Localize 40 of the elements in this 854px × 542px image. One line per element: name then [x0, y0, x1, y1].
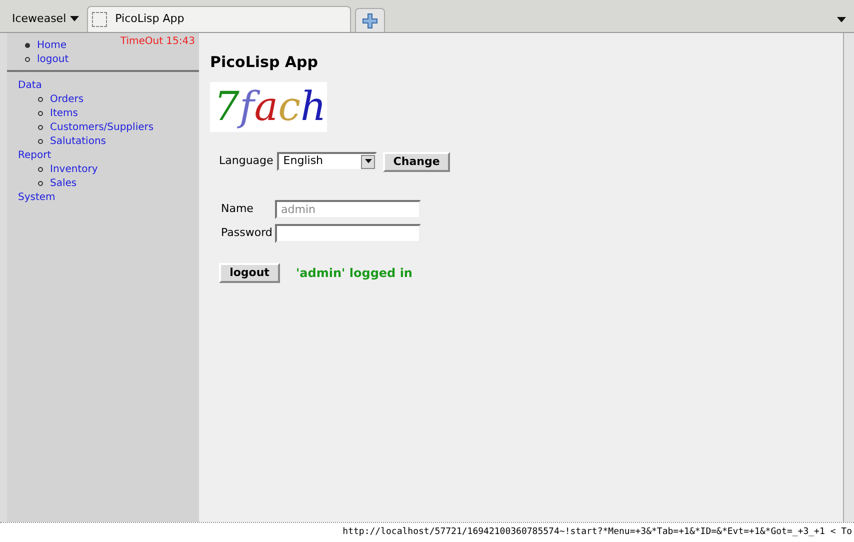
logo: 7fach — [210, 82, 327, 132]
nav-link[interactable]: Home — [37, 38, 67, 52]
bullet-icon — [38, 138, 43, 144]
scrollbar[interactable] — [843, 33, 854, 522]
bullet-icon — [38, 124, 43, 130]
menu-link[interactable]: Salutations — [50, 134, 106, 148]
menu-link[interactable]: Orders — [50, 92, 84, 106]
language-select[interactable]: English — [277, 152, 378, 171]
status-message: 'admin' logged in — [296, 264, 412, 282]
timeout-text: TimeOut 15:43 — [120, 35, 195, 49]
menu-section-link[interactable]: System — [18, 190, 199, 204]
nav-link[interactable]: logout — [37, 52, 69, 66]
bullet-icon — [38, 96, 43, 102]
menu-link[interactable]: Sales — [50, 176, 77, 190]
tabs-menu-icon — [837, 16, 846, 22]
input-field[interactable] — [275, 224, 421, 242]
menu-link[interactable]: Customers/Suppliers — [50, 120, 154, 134]
new-tab-button[interactable] — [355, 8, 386, 32]
logout-button[interactable]: logout — [219, 262, 280, 282]
dropdown-button[interactable] — [361, 154, 376, 168]
page-icon — [92, 12, 108, 27]
bullet-icon — [38, 180, 43, 186]
select-value: English — [283, 153, 324, 170]
browser-menu-button[interactable]: Iceweasel — [8, 6, 84, 32]
field-label: Password — [221, 224, 271, 241]
browser-tab[interactable]: PicoLisp App — [87, 6, 352, 32]
page-title: PicoLisp App — [210, 52, 320, 73]
bullet-icon — [38, 166, 43, 172]
status-bar-url: http://localhost/57721/16942100360785574~!start?*Menu=+3&*Tab=+1&*ID=&*Evt=+1&*Got=_+3_+1 < To — [342, 526, 853, 539]
plus-icon — [362, 12, 378, 28]
caret-icon — [70, 16, 80, 22]
change-button[interactable]: Change — [383, 152, 450, 172]
field-label: Language — [219, 153, 274, 170]
menu-section-link[interactable]: Data — [18, 78, 199, 92]
caret-icon — [364, 159, 372, 164]
bullet-icon — [38, 110, 43, 116]
menu-link[interactable]: Inventory — [50, 162, 98, 176]
menu-section-link[interactable]: Report — [18, 148, 199, 162]
field-label: Name — [221, 200, 254, 217]
menu-link[interactable]: Items — [50, 106, 78, 120]
